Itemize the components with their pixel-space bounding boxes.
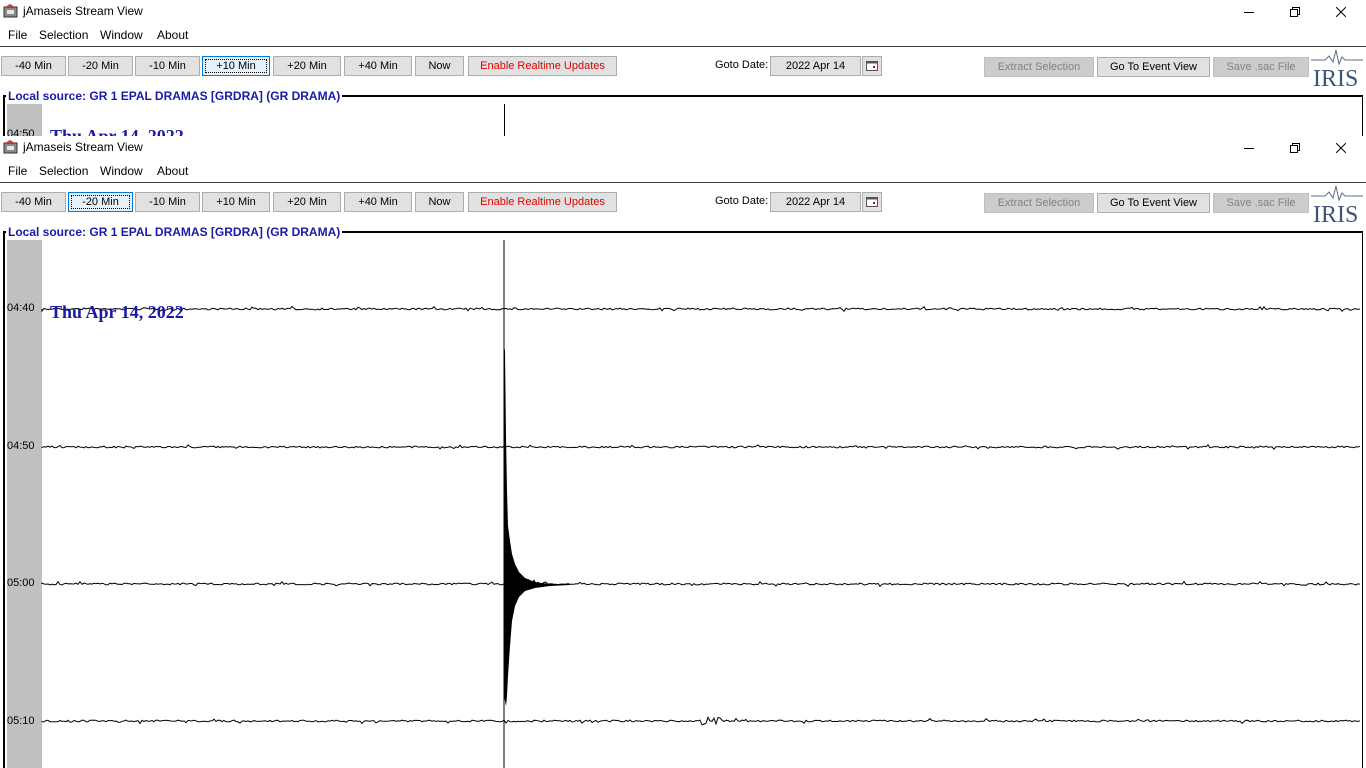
goto-date-label: Goto Date: xyxy=(715,59,769,71)
app-icon xyxy=(3,4,18,18)
source-label: Local source: GR 1 EPAL DRAMAS [GRDRA] (… xyxy=(6,89,343,103)
goto-date-field[interactable]: 2022 Apr 14 xyxy=(770,56,861,76)
trace-line-4 xyxy=(41,716,1361,726)
enable-realtime-button[interactable]: Enable Realtime Updates xyxy=(468,56,617,76)
menu-window[interactable]: Window xyxy=(100,28,143,42)
minus-20-min-button[interactable]: -20 Min xyxy=(68,56,133,76)
close-icon[interactable] xyxy=(1318,0,1364,23)
iris-logo: IRIS xyxy=(1311,48,1363,92)
extract-selection-button[interactable]: Extract Selection xyxy=(984,57,1094,77)
stream-view-window-back: jAmaseis Stream View File Selection Wind… xyxy=(0,0,1366,136)
time-label-2: 04:50 xyxy=(7,440,35,452)
minus-10-min-button[interactable]: -10 Min xyxy=(135,56,200,76)
window-title: jAmaseis Stream View xyxy=(23,4,143,18)
time-label-3: 05:00 xyxy=(7,577,35,589)
time-label-4: 05:10 xyxy=(7,715,35,727)
seismogram-plot[interactable] xyxy=(0,136,1366,768)
plus-40-min-button[interactable]: +40 Min xyxy=(344,56,412,76)
date-stamp: Thu Apr 14, 2022 xyxy=(50,126,184,136)
iris-logo-text: IRIS xyxy=(1313,66,1358,88)
title-bar[interactable]: jAmaseis Stream View xyxy=(0,0,1366,23)
time-label: 04:50 xyxy=(7,128,35,136)
save-sac-file-button[interactable]: Save .sac File xyxy=(1213,57,1309,77)
menu-file[interactable]: File xyxy=(8,28,27,42)
minus-40-min-button[interactable]: -40 Min xyxy=(1,56,66,76)
restore-icon[interactable] xyxy=(1272,0,1318,23)
plus-10-min-button[interactable]: +10 Min xyxy=(202,56,270,76)
plus-20-min-button[interactable]: +20 Min xyxy=(273,56,341,76)
menu-bar: File Selection Window About xyxy=(0,24,1366,47)
trace-spike xyxy=(504,104,505,136)
date-stamp: Thu Apr 14, 2022 xyxy=(50,302,184,322)
trace-line-3 xyxy=(41,578,1361,597)
time-label-1: 04:40 xyxy=(7,302,35,314)
menu-about[interactable]: About xyxy=(157,28,188,42)
menu-selection[interactable]: Selection xyxy=(39,28,88,42)
minimize-icon[interactable] xyxy=(1226,0,1272,23)
stream-view-window-front: jAmaseis Stream View File Selection Wind… xyxy=(0,136,1366,768)
now-button[interactable]: Now xyxy=(415,56,464,76)
event-waveform xyxy=(504,346,570,706)
go-to-event-view-button[interactable]: Go To Event View xyxy=(1097,57,1210,77)
trace-line-2 xyxy=(41,444,1361,450)
trace-line-1 xyxy=(41,305,1361,313)
calendar-icon[interactable] xyxy=(862,56,882,76)
